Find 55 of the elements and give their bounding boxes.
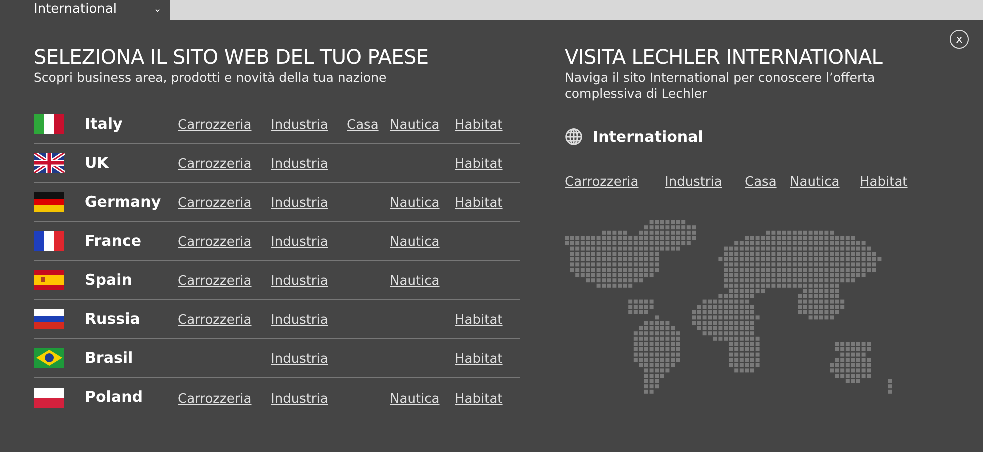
flag-icon [34, 270, 65, 290]
flag-icon [34, 348, 65, 368]
site-link[interactable]: Carrozzeria [178, 274, 252, 289]
site-link[interactable]: Industria [271, 196, 328, 211]
site-link[interactable]: Habitat [455, 157, 503, 172]
site-link[interactable]: Carrozzeria [178, 235, 252, 250]
site-link[interactable]: Habitat [860, 174, 908, 190]
site-link[interactable]: Habitat [455, 118, 503, 133]
site-link[interactable]: Casa [745, 174, 777, 190]
country-name: UK [85, 152, 110, 174]
site-link[interactable]: Industria [271, 157, 328, 172]
site-link[interactable]: Habitat [455, 196, 503, 211]
section-title: SELEZIONA IL SITO WEB DEL TUO PAESE [34, 44, 430, 70]
country-name: Italy [85, 114, 124, 135]
section-subtitle: Scopri business area, prodotti e novità della tua nazione [34, 70, 388, 86]
site-link[interactable]: Carrozzeria [565, 174, 639, 190]
site-link[interactable]: Carrozzeria [178, 392, 252, 406]
site-link[interactable]: Industria [271, 118, 328, 133]
section-subtitle: Naviga il sito International per conoscere l’offerta complessiva di Lechler [565, 70, 876, 102]
country-name: Germany [85, 192, 162, 213]
site-link[interactable]: Nautica [390, 274, 440, 289]
section-title: VISITA LECHLER INTERNATIONAL [565, 44, 884, 70]
site-link[interactable]: Industria [665, 174, 722, 190]
country-name: Russia [85, 308, 142, 330]
site-link[interactable]: Casa [347, 118, 379, 133]
globe-icon [565, 128, 583, 146]
close-button[interactable]: x [950, 30, 969, 49]
country-name: Brasil [85, 348, 134, 369]
site-link[interactable]: Nautica [390, 235, 440, 250]
site-link[interactable]: Habitat [455, 313, 503, 328]
site-link[interactable]: Industria [271, 313, 328, 328]
flag-icon [34, 388, 65, 408]
flag-icon [34, 309, 65, 329]
flag-icon [34, 231, 65, 251]
site-link[interactable]: Carrozzeria [178, 157, 252, 172]
site-link[interactable]: Industria [271, 392, 328, 406]
site-link[interactable]: Industria [271, 274, 328, 289]
site-link[interactable]: Habitat [455, 352, 503, 367]
country-name: France [85, 230, 143, 252]
site-link[interactable]: Carrozzeria [178, 313, 252, 328]
site-link[interactable]: Carrozzeria [178, 118, 252, 133]
site-link[interactable]: Nautica [390, 196, 440, 211]
site-link[interactable]: Nautica [390, 392, 440, 406]
country-name: Poland [85, 387, 144, 408]
site-link[interactable]: Habitat [455, 392, 503, 406]
site-link[interactable]: Industria [271, 235, 328, 250]
site-link[interactable]: Nautica [790, 174, 840, 190]
site-link[interactable]: Nautica [390, 118, 440, 133]
country-name: Spain [85, 270, 134, 291]
flag-icon [34, 192, 65, 212]
flag-icon [34, 153, 65, 173]
flag-icon [34, 114, 65, 134]
site-name: International [593, 127, 704, 148]
site-link[interactable]: Industria [271, 352, 328, 367]
site-link[interactable]: Carrozzeria [178, 196, 252, 211]
